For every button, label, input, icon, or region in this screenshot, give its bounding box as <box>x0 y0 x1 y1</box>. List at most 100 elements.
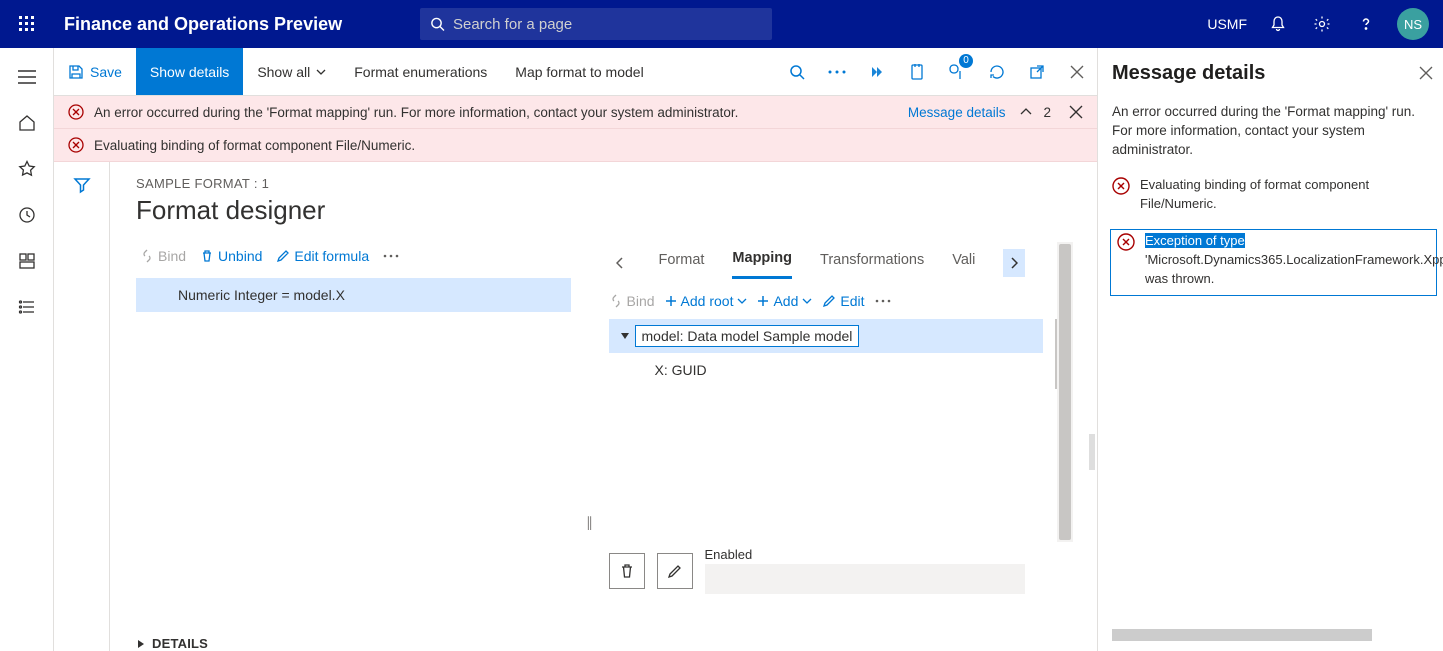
link-button[interactable] <box>857 48 897 96</box>
tab-validations[interactable]: Vali <box>952 248 975 278</box>
tab-mapping[interactable]: Mapping <box>732 246 792 279</box>
feedback-badge: 0 <box>959 54 973 68</box>
format-enum-button[interactable]: Format enumerations <box>340 48 501 95</box>
tree-root-row[interactable]: model: Data model Sample model <box>609 319 1044 353</box>
home-icon <box>18 114 36 132</box>
message-panel-header: Message details <box>1112 62 1437 85</box>
settings-button[interactable] <box>1301 0 1343 48</box>
details-section[interactable]: DETAILS <box>136 636 1067 651</box>
unbind-button[interactable]: Unbind <box>196 246 266 266</box>
waffle-menu[interactable] <box>0 16 54 32</box>
error-count: 2 <box>1043 105 1051 120</box>
tab-next-button[interactable] <box>1003 249 1025 277</box>
message-panel-close[interactable] <box>1415 62 1437 84</box>
error-icon <box>1117 233 1135 251</box>
unbind-label: Unbind <box>218 248 262 264</box>
attach-button[interactable] <box>897 48 937 96</box>
message-details-link[interactable]: Message details <box>908 105 1006 120</box>
link-icon <box>609 294 623 308</box>
edit-formula-label: Edit formula <box>294 248 369 264</box>
enabled-field[interactable] <box>705 564 1025 594</box>
error-banner-2: Evaluating binding of format component F… <box>54 129 1097 162</box>
left-pane: Bind Unbind Edit formula <box>136 246 571 618</box>
error-text-1: An error occurred during the 'Format map… <box>94 105 738 120</box>
search-input[interactable] <box>453 16 762 33</box>
map-bind-button[interactable]: Bind <box>609 293 655 309</box>
left-rail <box>0 48 54 651</box>
left-more-button[interactable] <box>379 252 403 260</box>
tabs: Format Mapping Transformations Vali <box>609 246 1044 279</box>
right-scrollbar[interactable] <box>1057 242 1073 542</box>
message-panel-hscroll[interactable] <box>1112 629 1372 641</box>
show-details-button[interactable]: Show details <box>136 48 243 95</box>
tab-format[interactable]: Format <box>659 248 705 278</box>
chevron-down-icon <box>316 69 326 75</box>
tab-prev-button[interactable] <box>609 249 631 277</box>
delete-button[interactable] <box>609 553 645 589</box>
favorites-button[interactable] <box>5 150 49 188</box>
error-icon <box>1112 177 1130 195</box>
pencil-icon <box>822 294 836 308</box>
caret-down-icon <box>620 331 630 341</box>
edit-button[interactable]: Edit <box>822 293 864 309</box>
chevron-up-icon[interactable] <box>1019 107 1033 117</box>
actionbar-search-button[interactable] <box>777 48 817 96</box>
search-box[interactable] <box>420 8 772 40</box>
message-panel-intro: An error occurred during the 'Format map… <box>1112 103 1437 160</box>
splitter-handle[interactable]: ∥ <box>587 426 593 618</box>
refresh-button[interactable] <box>977 48 1017 96</box>
recent-button[interactable] <box>5 196 49 234</box>
notifications-button[interactable] <box>1257 0 1299 48</box>
user-avatar[interactable]: NS <box>1397 8 1429 40</box>
edit-label: Edit <box>840 293 864 309</box>
trash-icon <box>200 249 214 263</box>
map-more-button[interactable] <box>875 299 891 303</box>
left-toolbar: Bind Unbind Edit formula <box>136 246 571 266</box>
tree-caret[interactable] <box>615 331 635 341</box>
edit-sq-button[interactable] <box>657 553 693 589</box>
more-button[interactable] <box>817 48 857 96</box>
popout-button[interactable] <box>1017 48 1057 96</box>
plus-icon <box>665 295 677 307</box>
refresh-icon <box>989 64 1005 80</box>
help-button[interactable] <box>1345 0 1387 48</box>
filter-icon[interactable] <box>73 176 91 194</box>
close-button[interactable] <box>1057 48 1097 96</box>
enabled-label: Enabled <box>705 547 1025 562</box>
caret-right-icon <box>136 639 146 649</box>
selected-format-row[interactable]: Numeric Integer = model.X <box>136 278 571 312</box>
company-code[interactable]: USMF <box>1199 16 1255 32</box>
add-root-button[interactable]: Add root <box>665 293 748 309</box>
link-icon <box>868 63 886 81</box>
close-icon[interactable] <box>1069 105 1083 119</box>
outer-splitter[interactable] <box>1087 162 1097 651</box>
show-details-label: Show details <box>150 64 229 80</box>
tab-transformations[interactable]: Transformations <box>820 248 924 278</box>
tree-child-row[interactable]: X: GUID <box>609 353 1044 387</box>
hamburger-button[interactable] <box>5 58 49 96</box>
show-all-button[interactable]: Show all <box>243 48 340 95</box>
feedback-button[interactable]: 0 <box>937 48 977 96</box>
pencil-icon <box>667 563 683 579</box>
add-root-label: Add root <box>681 293 734 309</box>
message-item-2: Exception of type 'Microsoft.Dynamics365… <box>1110 229 1437 296</box>
action-bar: Save Show details Show all Format enumer… <box>54 48 1097 96</box>
format-enum-label: Format enumerations <box>354 64 487 80</box>
save-button[interactable]: Save <box>54 48 136 95</box>
bottom-actions: Enabled <box>609 547 1044 594</box>
star-icon <box>18 160 36 178</box>
home-button[interactable] <box>5 104 49 142</box>
mapping-toolbar: Bind Add root Add <box>609 293 1044 309</box>
list-icon <box>18 298 36 316</box>
center-area: Save Show details Show all Format enumer… <box>54 48 1097 651</box>
map-format-button[interactable]: Map format to model <box>501 48 657 95</box>
search-icon <box>789 64 805 80</box>
close-icon <box>1419 66 1433 80</box>
message-details-panel: Message details An error occurred during… <box>1097 48 1443 651</box>
chevron-down-icon <box>737 298 747 304</box>
edit-formula-button[interactable]: Edit formula <box>272 246 373 266</box>
add-button[interactable]: Add <box>757 293 812 309</box>
workspaces-button[interactable] <box>5 242 49 280</box>
modules-button[interactable] <box>5 288 49 326</box>
banner-controls: 2 <box>1019 105 1083 120</box>
